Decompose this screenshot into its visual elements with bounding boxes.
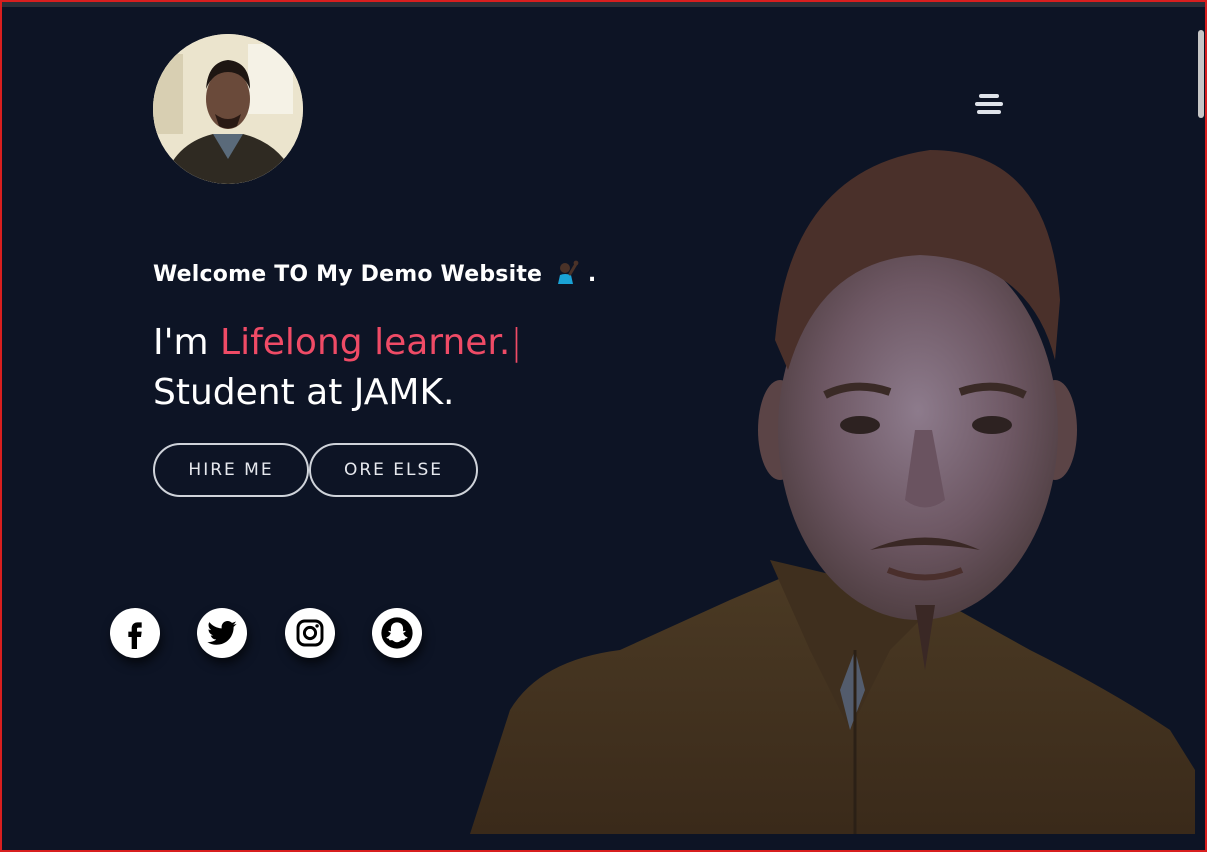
menu-line [979,94,999,98]
snapchat-icon[interactable] [372,608,422,658]
menu-line [975,102,1003,106]
facebook-icon[interactable] [110,608,160,658]
ore-else-button[interactable]: ORE ELSE [309,443,478,497]
hamburger-menu-icon[interactable] [975,93,1003,119]
person-raising-hand-icon [554,260,580,290]
profile-avatar [153,34,303,184]
instagram-icon[interactable] [285,608,335,658]
twitter-icon[interactable] [197,608,247,658]
scrollbar-track[interactable] [1195,8,1204,848]
menu-line [977,110,1001,114]
avatar-photo-image [153,34,303,184]
typing-cursor: | [510,322,523,363]
hire-me-button[interactable]: HIRE ME [153,443,309,497]
intro-line: I'm Lifelong learner.| [153,318,523,368]
welcome-text: Welcome TO My Demo Website [153,262,543,287]
window-top-bar [2,2,1205,7]
scrollbar-thumb[interactable] [1198,30,1204,118]
typed-text: Lifelong learner. [220,322,511,363]
subtitle: Student at JAMK. [153,372,455,413]
welcome-heading: Welcome TO My Demo Website . [153,260,596,290]
welcome-suffix: . [587,262,597,287]
hero-portrait-image [470,150,1195,834]
intro-prefix: I'm [153,322,209,363]
hero-intro: I'm Lifelong learner.| Student at JAMK. [153,318,523,418]
